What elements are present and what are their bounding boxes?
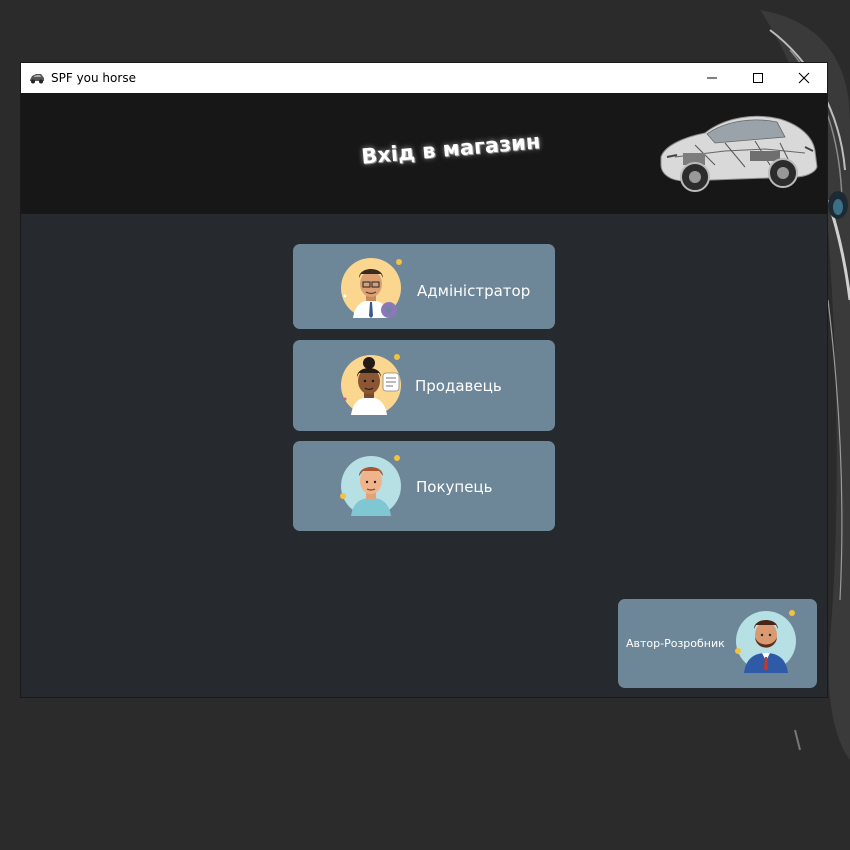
header-title: Вхід в магазин [360, 129, 542, 169]
administrator-avatar-icon [341, 258, 402, 318]
administrator-button[interactable]: Адміністратор [293, 244, 555, 329]
administrator-label: Адміністратор [417, 282, 531, 300]
minimize-button[interactable] [689, 63, 735, 93]
maximize-icon [753, 73, 763, 83]
app-window: SPF you horse Вхід в магазин Адміністрат… [21, 63, 827, 697]
seller-label: Продавець [415, 377, 502, 395]
car-app-icon [30, 74, 44, 84]
minimize-icon [707, 77, 717, 79]
window-title: SPF you horse [51, 71, 136, 85]
title-bar[interactable]: SPF you horse [21, 63, 827, 93]
maximize-button[interactable] [735, 63, 781, 93]
header-banner: Вхід в магазин [21, 93, 827, 214]
close-icon [798, 72, 810, 84]
close-button[interactable] [781, 63, 827, 93]
seller-button[interactable]: Продавець [293, 340, 555, 431]
author-developer-button[interactable]: Автор-Розробник [618, 599, 817, 688]
buyer-avatar-icon [340, 455, 401, 516]
developer-avatar-icon [735, 610, 796, 673]
seller-avatar-icon [341, 354, 401, 415]
car-xray-image [660, 115, 818, 192]
buyer-button[interactable]: Покупець [293, 441, 555, 531]
author-label: Автор-Розробник [626, 637, 725, 650]
buyer-label: Покупець [416, 478, 493, 496]
